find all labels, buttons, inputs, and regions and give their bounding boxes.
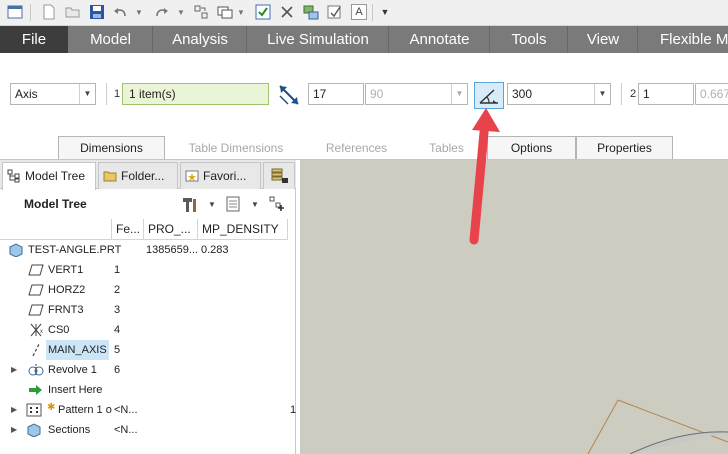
annotation-arrow (469, 108, 500, 245)
